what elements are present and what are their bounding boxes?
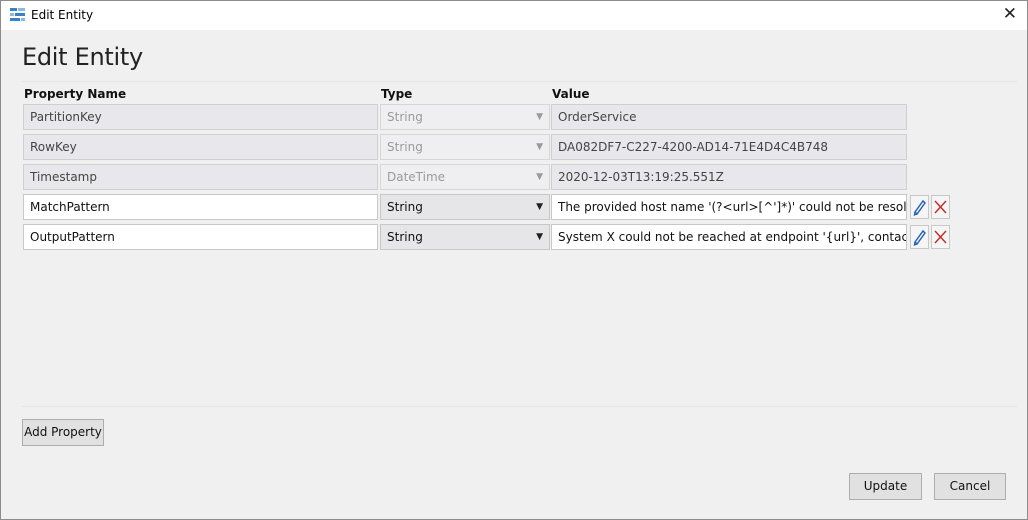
- pencil-icon[interactable]: [910, 225, 929, 249]
- column-header-property-name: Property Name: [24, 87, 127, 101]
- chevron-down-icon: ▼: [536, 232, 543, 242]
- pencil-icon[interactable]: [910, 195, 929, 219]
- property-name-field: Timestamp: [23, 164, 378, 190]
- property-value-field[interactable]: System X could not be reached at endpoin…: [551, 224, 907, 250]
- type-dropdown[interactable]: String ▼: [380, 224, 550, 250]
- divider-top: [22, 81, 1017, 82]
- property-value-field: OrderService: [551, 104, 907, 130]
- update-button[interactable]: Update: [849, 473, 922, 500]
- cancel-button[interactable]: Cancel: [934, 473, 1006, 500]
- window-title: Edit Entity: [31, 8, 94, 22]
- chevron-down-icon: ▼: [536, 202, 543, 212]
- title-bar: Edit Entity ✕: [1, 1, 1027, 30]
- column-header-type: Type: [381, 87, 413, 101]
- delete-x-icon[interactable]: [931, 225, 950, 249]
- type-value: String: [387, 200, 423, 214]
- property-name-field: PartitionKey: [23, 104, 378, 130]
- type-dropdown[interactable]: String ▼: [380, 194, 550, 220]
- property-name-field[interactable]: OutputPattern: [23, 224, 378, 250]
- chevron-down-icon: ▼: [536, 112, 543, 122]
- divider-bottom: [22, 406, 1017, 407]
- property-name-field: RowKey: [23, 134, 378, 160]
- type-value: String: [387, 140, 423, 154]
- type-value: String: [387, 230, 423, 244]
- type-value: String: [387, 110, 423, 124]
- property-value-field[interactable]: The provided host name '(?<url>[^']*)' c…: [551, 194, 907, 220]
- property-name-field[interactable]: MatchPattern: [23, 194, 378, 220]
- page-title: Edit Entity: [22, 43, 143, 71]
- chevron-down-icon: ▼: [536, 142, 543, 152]
- delete-x-icon[interactable]: [931, 195, 950, 219]
- property-value-field: DA082DF7-C227-4200-AD14-71E4D4C4B748: [551, 134, 907, 160]
- close-icon[interactable]: ✕: [1003, 4, 1017, 24]
- storage-table-icon: [10, 8, 25, 22]
- type-dropdown: String ▼: [380, 134, 550, 160]
- add-property-button[interactable]: Add Property: [22, 419, 104, 446]
- type-value: DateTime: [387, 170, 446, 184]
- type-dropdown: DateTime ▼: [380, 164, 550, 190]
- chevron-down-icon: ▼: [536, 172, 543, 182]
- property-value-field: 2020-12-03T13:19:25.551Z: [551, 164, 907, 190]
- edit-entity-window: Edit Entity ✕ Edit Entity Property Name …: [0, 0, 1028, 520]
- column-header-value: Value: [552, 87, 590, 101]
- type-dropdown: String ▼: [380, 104, 550, 130]
